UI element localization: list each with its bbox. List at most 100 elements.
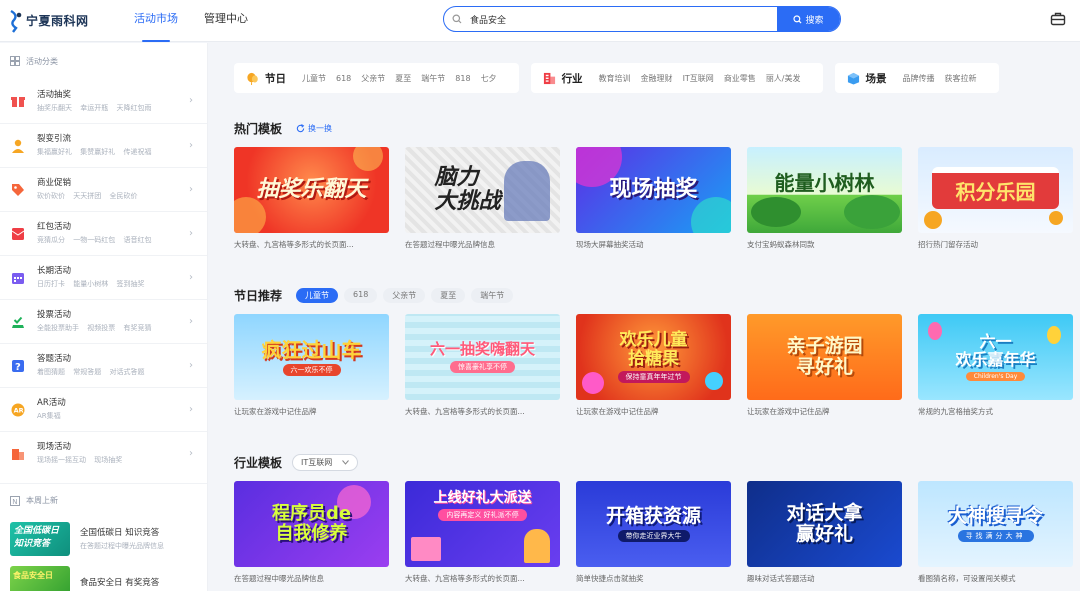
- template-card[interactable]: 能量小树林 支付宝蚂蚁森林同款: [747, 147, 902, 250]
- new-item[interactable]: 全国低碳日知识竞答 全国低碳日 知识竞答 在答题过程中曝光品牌信息: [0, 517, 207, 561]
- festival-tag[interactable]: 618: [336, 74, 351, 83]
- festival-tag[interactable]: 818: [455, 74, 470, 83]
- industry-select[interactable]: IT互联网: [292, 454, 359, 471]
- new-item-thumb-text: 全国低碳日知识竞答: [14, 526, 60, 549]
- chevron-right-icon: ›: [189, 360, 193, 371]
- search-button-label: 搜索: [805, 15, 824, 26]
- template-caption: 趣味对话式答题活动: [747, 574, 815, 583]
- sidebar-item[interactable]: 活动抽奖 抽奖乐翻天 幸运开瓶 天降红包雨 ›: [0, 79, 207, 123]
- template-card[interactable]: 六一抽奖嗨翻天 惊喜豪礼享不停 大转盘、九宫格等多形式的长页面...: [405, 314, 560, 417]
- festival-chip-618[interactable]: 618: [344, 288, 378, 303]
- chevron-right-icon: ›: [189, 448, 193, 459]
- template-card[interactable]: 上线好礼大派送 内容再定义 好礼派不停 大转盘、九宫格等多形式的长页面...: [405, 481, 560, 584]
- chevron-right-icon: ›: [189, 140, 193, 151]
- sidebar-item-subtitle: 抽奖乐翻天 幸运开瓶 天降红包雨: [37, 103, 152, 112]
- festival-tag[interactable]: 七夕: [481, 73, 497, 84]
- festival-chip-dragon-boat[interactable]: 端午节: [471, 288, 514, 303]
- sidebar-item[interactable]: ? 答题活动 着图猜题 常规答题 对话式答题 ›: [0, 343, 207, 387]
- template-card[interactable]: 六一 欢乐嘉年华 Children's Day 常规的九宫格抽奖方式: [918, 314, 1073, 417]
- user-icon: [12, 139, 24, 153]
- template-thumbnail: 能量小树林: [747, 147, 902, 233]
- search-icon: [444, 7, 470, 31]
- template-art-subtitle: 保持童真年年过节: [617, 371, 690, 384]
- sidebar-item[interactable]: 商业促销 砍价砍价 天天拼团 全民砍价 ›: [0, 167, 207, 211]
- sidebar-item-title: 长期活动: [37, 266, 72, 276]
- template-thumbnail: 欢乐儿童 拾糖果 保持童真年年过节: [576, 314, 731, 400]
- sidebar-item[interactable]: 红包活动 竞猜瓜分 一物一码红包 语音红包 ›: [0, 211, 207, 255]
- template-caption: 支付宝蚂蚁森林同款: [747, 240, 815, 249]
- template-caption: 大转盘、九宫格等多形式的长页面...: [405, 407, 525, 416]
- new-item-thumbnail: 全国低碳日知识竞答: [10, 522, 70, 556]
- festival-chip-summer-solstice[interactable]: 夏至: [431, 288, 466, 303]
- balloon-icon: [247, 72, 258, 85]
- svg-text:?: ?: [15, 362, 21, 373]
- refresh-button[interactable]: 换一换: [296, 123, 332, 134]
- template-card[interactable]: 亲子游园 寻好礼 让玩家在游戏中记住品牌: [747, 314, 902, 417]
- festival-tag[interactable]: 父亲节: [361, 73, 385, 84]
- template-art-title: 积分乐园: [955, 180, 1036, 204]
- category-filter-bar: 节日 儿童节 618 父亲节 夏至 端午节 818 七夕 行业 教育培训 金融理…: [234, 63, 999, 93]
- sidebar-item-title: AR活动: [37, 398, 66, 408]
- new-item[interactable]: 食品安全日 食品安全日 有奖竞答: [0, 561, 207, 591]
- sidebar-item-subtitle: 着图猜题 常规答题 对话式答题: [37, 368, 145, 376]
- toolbox-icon[interactable]: [1050, 11, 1066, 27]
- festival-chip-childrens-day[interactable]: 儿童节: [296, 288, 339, 303]
- template-card[interactable]: 疯狂过山车 六一欢乐不停 让玩家在游戏中记住品牌: [234, 314, 389, 417]
- festival-tag[interactable]: 端午节: [421, 73, 445, 84]
- sidebar-item[interactable]: 投票活动 全能投票助手 视频投票 有奖竞猜 ›: [0, 299, 207, 343]
- scene-tag[interactable]: 品牌传播: [903, 73, 935, 84]
- template-thumbnail: 六一抽奖嗨翻天 惊喜豪礼享不停: [405, 314, 560, 400]
- scene-tag[interactable]: 获客拉新: [945, 73, 977, 84]
- industry-tag[interactable]: 商业零售: [724, 73, 756, 84]
- category-sidebar: 活动分类 活动抽奖 抽奖乐翻天 幸运开瓶 天降红包雨 › 裂变引流 集福赢好礼 集赞赢好…: [0, 43, 208, 591]
- sidebar-item-title: 裂变引流: [37, 134, 72, 144]
- nav-management-center[interactable]: 管理中心: [204, 0, 248, 42]
- template-art-subtitle: 寻找满分大神: [957, 529, 1034, 542]
- template-caption: 简单快捷点击就抽奖: [576, 574, 644, 583]
- template-card[interactable]: 大神搜寻令 寻找满分大神 看图猜名称，可设置闯关模式: [918, 481, 1073, 584]
- template-card[interactable]: 开箱获资源 带你走近业界大牛 简单快捷点击就抽奖: [576, 481, 731, 584]
- template-card[interactable]: 抽奖乐翻天 大转盘、九宫格等多形式的长页面...: [234, 147, 389, 250]
- template-thumbnail: 积分乐园: [918, 147, 1073, 233]
- sidebar-item[interactable]: 裂变引流集福赢好礼 集赞赢好礼 传递祝福 ›: [0, 123, 207, 167]
- template-art-title: 大神搜寻令: [947, 505, 1043, 528]
- tag-icon: [12, 183, 24, 196]
- template-art-subtitle: 带你走近业界大牛: [617, 529, 690, 542]
- industry-tag[interactable]: 丽人/美发: [766, 73, 801, 84]
- sidebar-item-subtitle: 集福赢好礼 集赞赢好礼 传递祝福: [37, 148, 152, 156]
- template-card[interactable]: 积分乐园 招行热门留存活动: [918, 147, 1073, 250]
- template-caption: 在答题过程中曝光品牌信息: [234, 574, 324, 583]
- industry-tag[interactable]: 教育培训: [599, 73, 631, 84]
- festival-tag[interactable]: 儿童节: [302, 73, 326, 84]
- sidebar-item[interactable]: 现场活动 现场摇一摇互动 现场抽奖 ›: [0, 431, 207, 475]
- template-caption: 让玩家在游戏中记住品牌: [576, 407, 659, 416]
- template-thumbnail: 现场抽奖: [576, 147, 731, 233]
- sidebar-item[interactable]: AR AR活动 AR集福 ›: [0, 387, 207, 431]
- template-card[interactable]: 程序员de 自我修养 在答题过程中曝光品牌信息: [234, 481, 389, 584]
- template-art-subtitle: 惊喜豪礼享不停: [450, 360, 515, 373]
- template-art-title: 脑力 大挑战: [434, 164, 501, 214]
- new-item-title: 食品安全日 有奖竞答: [80, 578, 160, 588]
- festival-chip-fathers-day[interactable]: 父亲节: [383, 288, 426, 303]
- template-card[interactable]: 欢乐儿童 拾糖果 保持童真年年过节 让玩家在游戏中记住品牌: [576, 314, 731, 417]
- festival-header: 节日推荐 儿童节 618 父亲节 夏至 端午节: [234, 287, 514, 304]
- category-festival-title: 节日: [265, 72, 286, 85]
- template-thumbnail: 脑力 大挑战: [405, 147, 560, 233]
- template-art-subtitle: Children's Day: [965, 371, 1026, 381]
- festival-tag[interactable]: 夏至: [395, 73, 411, 84]
- brand-logo[interactable]: 宁夏雨科网: [8, 9, 120, 33]
- template-card[interactable]: 现场抽奖 现场大屏幕抽奖活动: [576, 147, 731, 250]
- industry-tag[interactable]: 金融理财: [641, 73, 673, 84]
- template-card[interactable]: 对话大拿 赢好礼 趣味对话式答题活动: [747, 481, 902, 584]
- search-button[interactable]: 搜索: [777, 7, 840, 31]
- template-card[interactable]: 脑力 大挑战 在答题过程中曝光品牌信息: [405, 147, 560, 250]
- search-input[interactable]: [470, 7, 777, 31]
- sidebar-item[interactable]: 长期活动 日历打卡 能量小树林 签到抽奖 ›: [0, 255, 207, 299]
- industry-tag[interactable]: IT互联网: [683, 73, 714, 84]
- festival-chips: 儿童节 618 父亲节 夏至 端午节: [296, 288, 514, 303]
- template-caption: 看图猜名称，可设置闯关模式: [918, 574, 1016, 583]
- nav-activity-market[interactable]: 活动市场: [134, 0, 178, 42]
- building-icon: [543, 72, 555, 84]
- template-art-title: 抽奖乐翻天: [256, 176, 367, 202]
- svg-text:AR: AR: [14, 406, 24, 414]
